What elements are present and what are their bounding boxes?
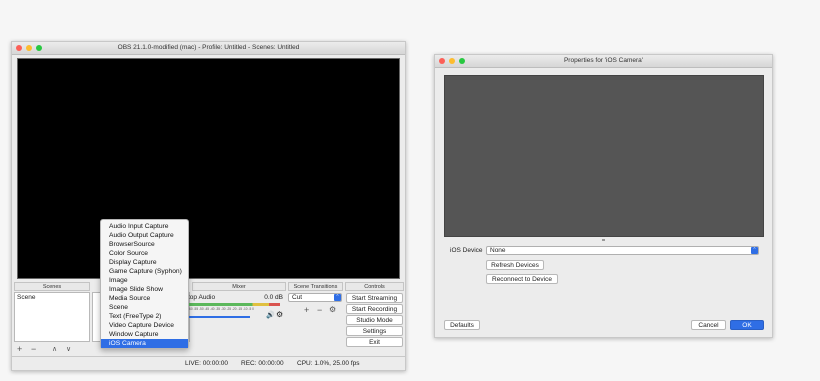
properties-window-title: Properties for 'iOS Camera' [563, 57, 644, 64]
obs-main-window: OBS 21.1.0-modified (mac) - Profile: Unt… [11, 41, 406, 371]
ios-device-select-value: None [490, 247, 506, 254]
defaults-button[interactable]: Defaults [444, 320, 480, 330]
close-button[interactable] [439, 58, 445, 64]
menu-item-text-freetype[interactable]: Text (FreeType 2) [101, 312, 188, 321]
refresh-devices-button[interactable]: Refresh Devices [486, 260, 544, 270]
speaker-icon[interactable]: 🔊 [266, 311, 275, 319]
scenes-header: Scenes [14, 282, 90, 291]
ios-device-label: iOS Device [450, 247, 483, 254]
properties-title-bar: Properties for 'iOS Camera' [435, 55, 772, 68]
exit-button[interactable]: Exit [346, 337, 403, 347]
add-source-menu: Audio Input Capture Audio Output Capture… [100, 219, 189, 349]
properties-preview [444, 75, 764, 237]
volume-slider[interactable] [188, 316, 250, 318]
menu-item-window-capture[interactable]: Window Capture [101, 330, 188, 339]
zoom-button[interactable] [36, 45, 42, 51]
minimize-button[interactable] [26, 45, 32, 51]
menu-item-image[interactable]: Image [101, 276, 188, 285]
menu-item-audio-output-capture[interactable]: Audio Output Capture [101, 231, 188, 240]
remove-transition-button[interactable]: − [317, 306, 322, 315]
ok-button[interactable]: OK [730, 320, 764, 330]
mixer-panel: top Audio 0.0 dB -60 -55 -50 -45 -40 -35… [188, 292, 286, 352]
menu-item-color-source[interactable]: Color Source [101, 249, 188, 258]
menu-item-game-capture[interactable]: Game Capture (Syphon) [101, 267, 188, 276]
meter-ticks: -60 -55 -50 -45 -40 -35 -30 -25 -20 -15 … [188, 307, 254, 311]
menu-item-scene[interactable]: Scene [101, 303, 188, 312]
mixer-header: Mixer [192, 282, 286, 291]
transitions-header: Scene Transitions [288, 282, 343, 291]
reconnect-device-button[interactable]: Reconnect to Device [486, 274, 558, 284]
status-rec: REC: 00:00:00 [241, 360, 284, 367]
zoom-button[interactable] [459, 58, 465, 64]
remove-scene-button[interactable]: − [31, 345, 36, 354]
select-arrows-icon: ⌃ [334, 294, 341, 301]
volume-meter [188, 303, 280, 306]
mixer-level: 0.0 dB [264, 294, 283, 301]
gear-icon[interactable]: ⚙ [276, 310, 283, 319]
cancel-button[interactable]: Cancel [691, 320, 726, 330]
add-transition-button[interactable]: + [304, 306, 309, 315]
close-button[interactable] [16, 45, 22, 51]
move-scene-up-button[interactable]: ∧ [52, 345, 57, 354]
select-arrows-icon: ⌃ [751, 247, 758, 254]
menu-item-image-slide-show[interactable]: Image Slide Show [101, 285, 188, 294]
menu-item-video-capture-device[interactable]: Video Capture Device [101, 321, 188, 330]
transition-select[interactable]: Cut ⌃ [288, 293, 342, 302]
properties-window: Properties for 'iOS Camera' iOS Device N… [434, 54, 773, 338]
mixer-source-name: top Audio [188, 294, 216, 301]
status-live: LIVE: 00:00:00 [185, 360, 229, 367]
menu-item-ios-camera[interactable]: iOS Camera [101, 339, 188, 348]
status-bar: LIVE: 00:00:00 REC: 00:00:00 CPU: 1.0%, … [12, 356, 405, 370]
preview-canvas[interactable] [17, 58, 400, 279]
transition-gear-icon[interactable]: ⚙ [329, 305, 336, 314]
controls-header: Controls [345, 282, 404, 291]
scene-list-item[interactable]: Scene [17, 294, 35, 301]
studio-mode-button[interactable]: Studio Mode [346, 315, 403, 325]
start-streaming-button[interactable]: Start Streaming [346, 293, 403, 303]
ios-device-select[interactable]: None ⌃ [486, 246, 759, 255]
move-scene-down-button[interactable]: ∨ [66, 345, 71, 354]
menu-item-display-capture[interactable]: Display Capture [101, 258, 188, 267]
scenes-toolbar: + − ∧ ∨ [14, 345, 90, 355]
menu-item-audio-input-capture[interactable]: Audio Input Capture [101, 222, 188, 231]
transition-select-value: Cut [292, 294, 303, 301]
settings-button[interactable]: Settings [346, 326, 403, 336]
minimize-button[interactable] [449, 58, 455, 64]
start-recording-button[interactable]: Start Recording [346, 304, 403, 314]
scenes-list[interactable]: Scene [14, 292, 90, 342]
menu-item-browser-source[interactable]: BrowserSource [101, 240, 188, 249]
obs-title-bar: OBS 21.1.0-modified (mac) - Profile: Unt… [12, 42, 405, 55]
menu-item-media-source[interactable]: Media Source [101, 294, 188, 303]
add-scene-button[interactable]: + [17, 345, 22, 354]
splitter-handle[interactable] [602, 239, 605, 241]
obs-window-title: OBS 21.1.0-modified (mac) - Profile: Unt… [117, 44, 300, 51]
status-cpu: CPU: 1.0%, 25.00 fps [297, 360, 360, 367]
